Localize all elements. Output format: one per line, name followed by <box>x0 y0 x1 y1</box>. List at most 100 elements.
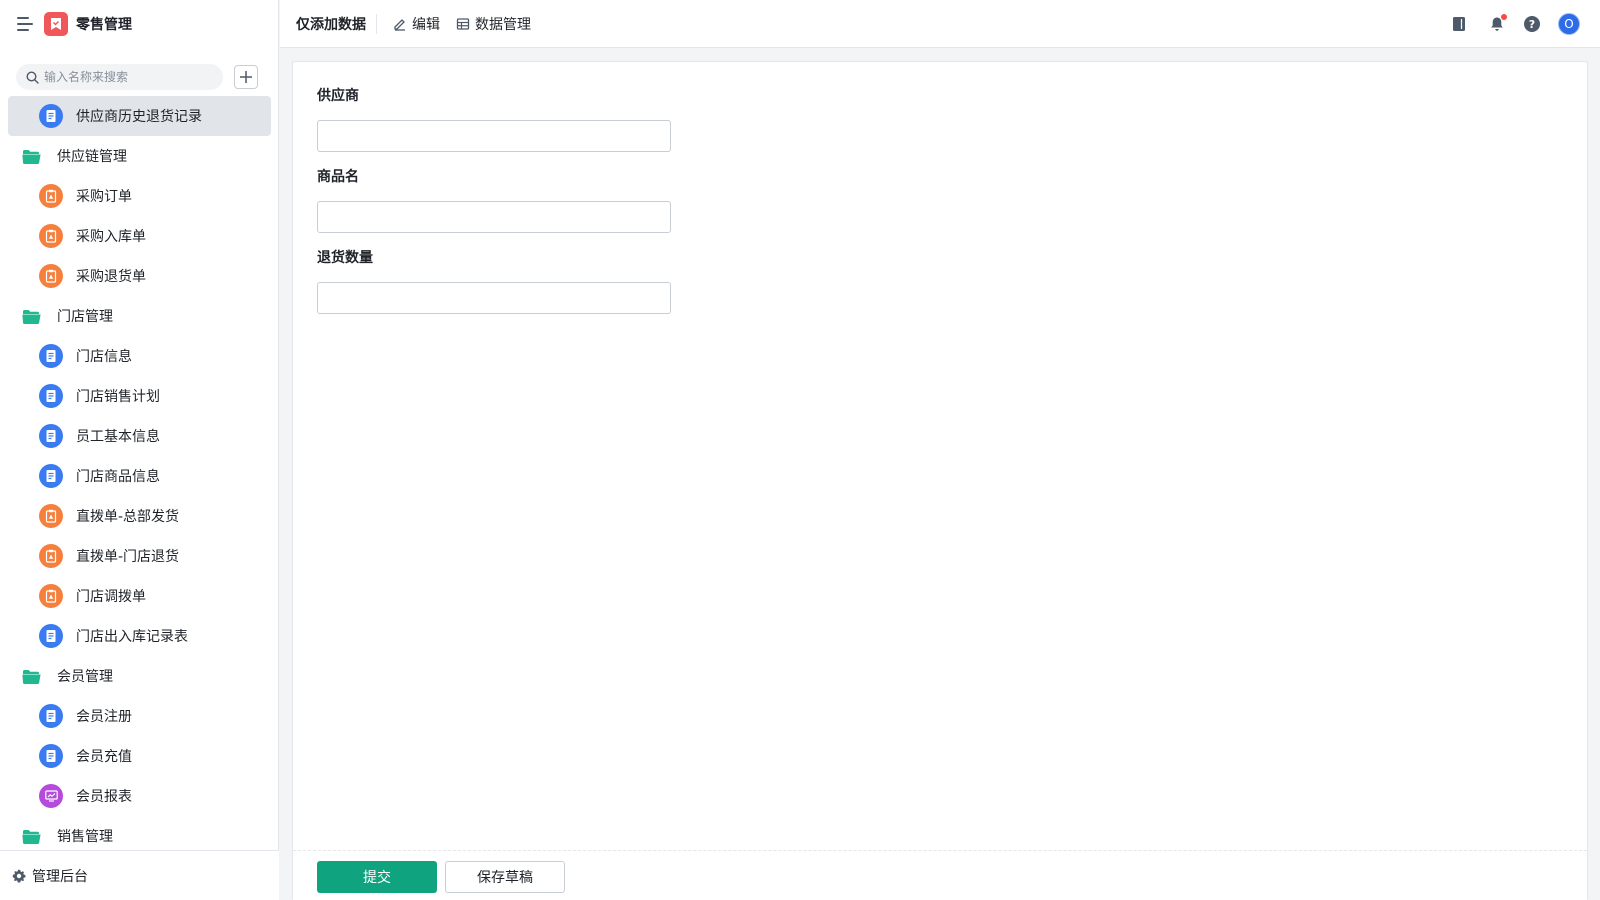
edit-label: 编辑 <box>412 16 440 33</box>
flow-form-icon <box>39 184 63 208</box>
admin-console-label: 管理后台 <box>32 868 88 885</box>
sidebar-item[interactable]: 门店调拨单 <box>8 576 271 616</box>
sidebar-item[interactable]: 门店销售计划 <box>8 376 271 416</box>
search-box[interactable] <box>16 64 223 90</box>
sidebar-item[interactable]: 直拨单-门店退货 <box>8 536 271 576</box>
add-button[interactable] <box>234 65 258 89</box>
sidebar-item[interactable]: 员工基本信息 <box>8 416 271 456</box>
sidebar-header: 零售管理 <box>0 0 278 48</box>
gear-icon <box>12 869 26 883</box>
sidebar-group[interactable]: 供应链管理 <box>0 136 279 176</box>
sidebar-group[interactable]: 门店管理 <box>0 296 279 336</box>
sidebar-group[interactable]: 销售管理 <box>0 816 279 850</box>
sidebar-item-label: 门店调拨单 <box>76 589 146 605</box>
app-title: 零售管理 <box>76 17 132 33</box>
field-supplier: 供应商 <box>317 85 671 152</box>
sidebar-item[interactable]: 门店商品信息 <box>8 456 271 496</box>
form-icon <box>39 744 63 768</box>
sidebar-item-label: 门店销售计划 <box>76 389 160 405</box>
form-icon <box>39 424 63 448</box>
supplier-input[interactable] <box>317 120 671 152</box>
data-manage-label: 数据管理 <box>475 16 531 33</box>
sidebar-item[interactable]: 门店信息 <box>8 336 271 376</box>
edit-button[interactable]: 编辑 <box>393 14 440 34</box>
help-icon[interactable]: ? <box>1524 16 1540 32</box>
form-footer: 提交 保存草稿 <box>293 850 1587 900</box>
app-logo-icon <box>44 12 68 36</box>
sidebar-item-label: 采购退货单 <box>76 269 146 285</box>
sidebar-item[interactable]: 会员报表 <box>8 776 271 816</box>
sidebar-item-label: 会员注册 <box>76 709 132 725</box>
return-quantity-input[interactable] <box>317 282 671 314</box>
sidebar-item-label: 销售管理 <box>57 829 113 845</box>
toolbar-divider <box>376 13 377 34</box>
sidebar-item-label: 门店出入库记录表 <box>76 629 188 645</box>
sidebar-item-label: 采购订单 <box>76 189 132 205</box>
sidebar-item[interactable]: 采购入库单 <box>8 216 271 256</box>
form-icon <box>39 624 63 648</box>
sidebar-item-label: 员工基本信息 <box>76 429 160 445</box>
sidebar-item-label: 直拨单-门店退货 <box>76 549 180 565</box>
sidebar-item[interactable]: 直拨单-总部发货 <box>8 496 271 536</box>
sidebar-item-label: 门店信息 <box>76 349 132 365</box>
submit-button[interactable]: 提交 <box>317 861 437 893</box>
admin-console-button[interactable]: 管理后台 <box>0 850 279 900</box>
flow-form-icon <box>39 544 63 568</box>
sidebar-item-label: 直拨单-总部发货 <box>76 509 180 525</box>
form-icon <box>39 344 63 368</box>
folder-icon <box>22 309 41 324</box>
flow-form-icon <box>39 584 63 608</box>
sidebar-item-label: 采购入库单 <box>76 229 146 245</box>
flow-form-icon <box>39 224 63 248</box>
dashboard-icon <box>39 784 63 808</box>
sidebar-item-label: 门店管理 <box>57 309 113 325</box>
form-icon <box>39 384 63 408</box>
form-panel: 供应商 商品名 退货数量 提交 保存草稿 <box>292 61 1588 900</box>
sidebar-item[interactable]: 会员充值 <box>8 736 271 776</box>
form-icon <box>39 104 63 128</box>
sidebar-item[interactable]: 采购退货单 <box>8 256 271 296</box>
form-icon <box>39 704 63 728</box>
folder-icon <box>22 829 41 844</box>
sidebar-item-label: 门店商品信息 <box>76 469 160 485</box>
top-bar-actions: ? O <box>1448 0 1600 48</box>
field-product-name: 商品名 <box>317 166 671 233</box>
sidebar-nav: 供应商历史退货记录供应链管理采购订单采购入库单采购退货单门店管理门店信息门店销售… <box>0 96 279 850</box>
field-return-quantity: 退货数量 <box>317 247 671 314</box>
data-manage-button[interactable]: 数据管理 <box>456 14 531 34</box>
sidebar-item-label: 供应链管理 <box>57 149 127 165</box>
bell-icon[interactable] <box>1486 13 1508 35</box>
sidebar-search-row <box>0 48 278 96</box>
sidebar-item[interactable]: 门店出入库记录表 <box>8 616 271 656</box>
field-label-product-name: 商品名 <box>317 169 359 185</box>
folder-icon <box>22 149 41 164</box>
sidebar-group[interactable]: 会员管理 <box>0 656 279 696</box>
top-bar: 仅添加数据 编辑 数据管理 ? O <box>280 0 1600 48</box>
menu-icon[interactable] <box>17 17 33 31</box>
table-icon <box>456 17 470 30</box>
flow-form-icon <box>39 504 63 528</box>
page-title: 仅添加数据 <box>296 16 366 33</box>
sidebar-item-label: 会员报表 <box>76 789 132 805</box>
avatar[interactable]: O <box>1558 13 1580 35</box>
sidebar-item-label: 会员充值 <box>76 749 132 765</box>
search-input[interactable] <box>44 70 214 84</box>
folder-icon <box>22 669 41 684</box>
field-label-supplier: 供应商 <box>317 88 359 104</box>
sidebar-item-label: 会员管理 <box>57 669 113 685</box>
flow-form-icon <box>39 264 63 288</box>
sidebar: 零售管理 供应商历史退货记录供应链管理采购订单采购入库单采购退货单门店管理门店信… <box>0 0 279 900</box>
notebook-icon[interactable] <box>1448 13 1470 35</box>
form-icon <box>39 464 63 488</box>
sidebar-item[interactable]: 供应商历史退货记录 <box>8 96 271 136</box>
field-label-return-quantity: 退货数量 <box>317 250 373 266</box>
sidebar-item[interactable]: 采购订单 <box>8 176 271 216</box>
product-name-input[interactable] <box>317 201 671 233</box>
plus-icon <box>240 71 252 83</box>
search-icon <box>26 70 39 84</box>
edit-icon <box>394 18 405 31</box>
sidebar-item[interactable]: 会员注册 <box>8 696 271 736</box>
save-draft-button[interactable]: 保存草稿 <box>445 861 565 893</box>
sidebar-item-label: 供应商历史退货记录 <box>76 109 202 125</box>
notification-dot <box>1501 14 1507 20</box>
